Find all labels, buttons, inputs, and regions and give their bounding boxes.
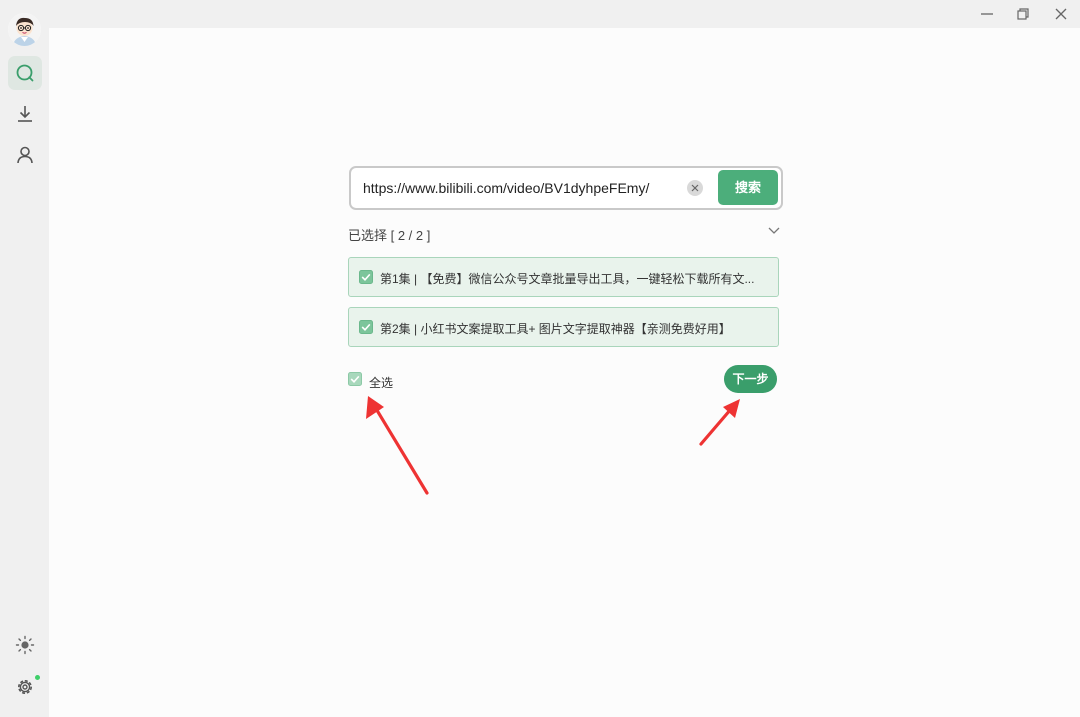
episode-item[interactable]: 第1集 | 【免费】微信公众号文章批量导出工具，一键轻松下载所有文...: [348, 257, 779, 297]
search-button[interactable]: 搜索: [718, 170, 778, 205]
action-bar: 全选 下一步: [348, 365, 782, 401]
download-icon: [18, 106, 32, 122]
selection-summary-row: 已选择 [ 2 / 2 ]: [348, 223, 782, 243]
close-icon: [1055, 8, 1067, 20]
close-window-button[interactable]: [1047, 4, 1075, 24]
annotation-arrow-icon: [699, 399, 740, 446]
select-all-label[interactable]: 全选: [369, 374, 393, 391]
checkbox-checked-icon[interactable]: [359, 320, 373, 334]
sidebar-item-user[interactable]: [8, 138, 42, 172]
minimize-button[interactable]: [973, 4, 1001, 24]
theme-toggle-button[interactable]: [8, 628, 42, 662]
sidebar-item-download[interactable]: [8, 97, 42, 131]
episode-item[interactable]: 第2集 | 小红书文案提取工具+ 图片文字提取神器【亲测免费好用】: [348, 307, 779, 347]
sidebar: [0, 0, 49, 717]
search-bar: 搜索: [349, 166, 783, 210]
title-bar: [0, 0, 1080, 28]
minimize-icon: [981, 13, 993, 15]
clear-icon: [691, 184, 699, 192]
sidebar-item-search[interactable]: [8, 56, 42, 90]
episode-title: 第2集 | 小红书文案提取工具+ 图片文字提取神器【亲测免费好用】: [380, 322, 731, 336]
user-icon: [17, 146, 33, 164]
select-all-checkbox[interactable]: [348, 372, 362, 386]
episode-title: 第1集 | 【免费】微信公众号文章批量导出工具，一键轻松下载所有文...: [380, 272, 755, 286]
url-input[interactable]: [361, 177, 685, 199]
restore-icon: [1017, 8, 1029, 20]
search-icon: [16, 64, 34, 82]
selection-count: 已选择 [ 2 / 2 ]: [348, 228, 431, 243]
checkbox-checked-icon[interactable]: [359, 270, 373, 284]
notification-dot: [35, 675, 40, 680]
settings-button[interactable]: [8, 670, 42, 704]
restore-button[interactable]: [1009, 4, 1037, 24]
gear-icon: [18, 680, 32, 694]
sun-icon: [15, 635, 35, 655]
chevron-down-icon[interactable]: [768, 227, 780, 235]
next-step-button[interactable]: 下一步: [724, 365, 777, 393]
main-panel: 搜索 已选择 [ 2 / 2 ] 第1集 | 【免费】微信公众号文章批量导出工具…: [49, 28, 1080, 717]
annotation-arrow-icon: [366, 396, 429, 495]
clear-input-button[interactable]: [687, 180, 703, 196]
